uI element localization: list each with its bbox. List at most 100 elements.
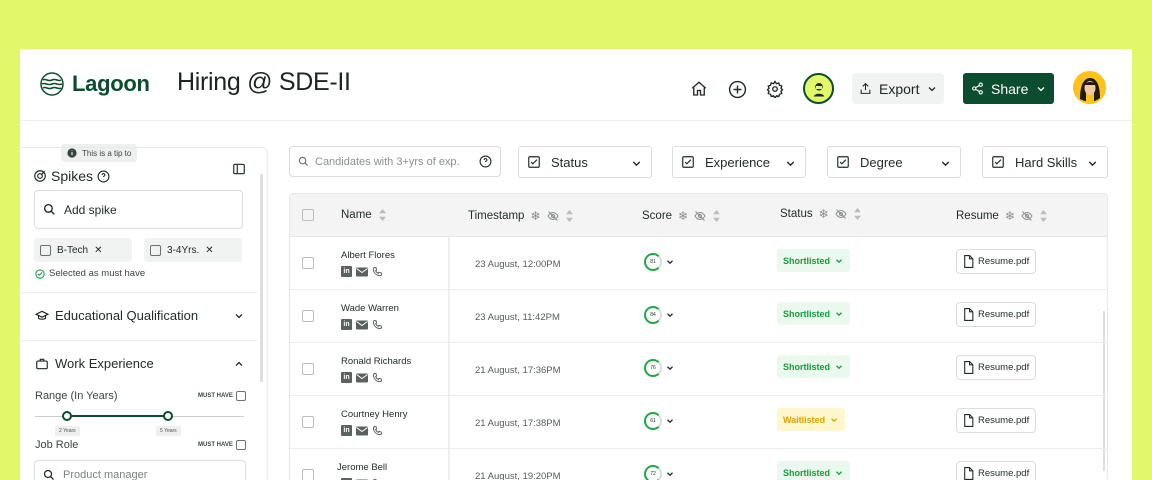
hide-icon[interactable]: [1021, 210, 1033, 222]
candidate-name[interactable]: Courtney Henry: [341, 409, 408, 420]
score-cell[interactable]: 61: [644, 412, 675, 430]
score-cell[interactable]: 84: [644, 306, 675, 324]
mail-icon[interactable]: [356, 320, 368, 330]
filter-experience[interactable]: Experience: [672, 146, 806, 178]
must-have-checkbox[interactable]: [235, 391, 246, 401]
user-avatar[interactable]: [803, 73, 834, 104]
chevron-down-icon[interactable]: [665, 469, 675, 479]
mail-icon[interactable]: [356, 267, 368, 277]
chevron-down-icon[interactable]: [233, 310, 245, 322]
table-row[interactable]: Jerome Bell in 21 August, 19:20PM 72 Sho…: [290, 449, 1107, 480]
score-cell[interactable]: 72: [644, 465, 675, 480]
row-checkbox[interactable]: [302, 257, 314, 269]
row-checkbox[interactable]: [302, 363, 314, 375]
table-row[interactable]: Albert Flores in 23 August, 12:00PM 81 S…: [290, 237, 1107, 290]
row-checkbox[interactable]: [302, 310, 314, 322]
sort-icon[interactable]: [853, 208, 862, 220]
score-cell[interactable]: 81: [644, 253, 675, 271]
candidate-name[interactable]: Wade Warren: [341, 303, 399, 314]
tag-checkbox[interactable]: [150, 244, 161, 256]
select-all-checkbox[interactable]: [302, 209, 314, 221]
linkedin-icon[interactable]: in: [341, 266, 352, 277]
sort-icon[interactable]: [565, 210, 574, 222]
remove-tag-icon[interactable]: ✕: [94, 245, 102, 256]
column-status[interactable]: Status ❄: [780, 207, 862, 221]
resume-button[interactable]: Resume.pdf: [956, 461, 1037, 480]
linkedin-icon[interactable]: in: [341, 372, 352, 383]
tag-checkbox[interactable]: [40, 244, 51, 256]
table-row[interactable]: Wade Warren in 23 August, 11:42PM 84 Sho…: [290, 290, 1107, 343]
candidate-name[interactable]: Ronald Richards: [341, 356, 411, 367]
resume-button[interactable]: Resume.pdf: [956, 302, 1037, 327]
hide-icon[interactable]: [835, 208, 847, 220]
gear-icon[interactable]: [765, 79, 785, 99]
filter-degree[interactable]: Degree: [827, 146, 961, 178]
score-cell[interactable]: 76: [644, 359, 675, 377]
freeze-icon[interactable]: ❄: [819, 207, 829, 221]
freeze-icon[interactable]: ❄: [1005, 209, 1015, 223]
collapse-sidebar-icon[interactable]: [232, 162, 246, 181]
phone-icon[interactable]: [372, 319, 383, 330]
range-must-have[interactable]: MUST HAVE: [198, 391, 246, 401]
must-have-checkbox[interactable]: [235, 440, 246, 450]
logo[interactable]: Lagoon: [40, 71, 150, 97]
resume-button[interactable]: Resume.pdf: [956, 249, 1037, 274]
status-badge[interactable]: Shortlisted: [777, 461, 851, 480]
candidate-search-input[interactable]: Candidates with 3+yrs of exp.: [289, 146, 501, 177]
add-spike-input[interactable]: Add spike: [34, 190, 243, 229]
chevron-down-icon[interactable]: [665, 363, 675, 373]
filter-hard-skills[interactable]: Hard Skills: [982, 146, 1108, 178]
mail-icon[interactable]: [356, 373, 368, 383]
help-icon[interactable]: [97, 170, 110, 183]
status-badge[interactable]: Shortlisted: [777, 249, 851, 272]
work-experience-section-header[interactable]: Work Experience: [35, 356, 154, 371]
phone-icon[interactable]: [372, 372, 383, 383]
hide-icon[interactable]: [694, 210, 706, 222]
spike-tag[interactable]: B-Tech ✕: [34, 238, 132, 262]
home-icon[interactable]: [689, 79, 709, 99]
table-row[interactable]: Courtney Henry in 21 August, 17:38PM 61 …: [290, 396, 1107, 449]
column-score[interactable]: Score ❄: [642, 209, 721, 223]
freeze-icon[interactable]: ❄: [678, 209, 688, 223]
chevron-down-icon[interactable]: [665, 257, 675, 267]
chevron-down-icon[interactable]: [665, 416, 675, 426]
sort-icon[interactable]: [712, 210, 721, 222]
profile-avatar[interactable]: [1073, 71, 1106, 104]
status-badge[interactable]: Shortlisted: [777, 355, 851, 378]
sort-icon[interactable]: [1039, 210, 1048, 222]
column-resume[interactable]: Resume ❄: [956, 209, 1048, 223]
column-timestamp[interactable]: Timestamp ❄: [468, 209, 574, 223]
export-button[interactable]: Export: [852, 73, 944, 104]
sort-icon[interactable]: [378, 209, 387, 221]
share-button[interactable]: Share: [963, 73, 1054, 104]
phone-icon[interactable]: [372, 266, 383, 277]
status-badge[interactable]: Waitlisted: [777, 408, 846, 431]
mail-icon[interactable]: [356, 426, 368, 436]
range-max-handle[interactable]: [163, 411, 173, 421]
linkedin-icon[interactable]: in: [341, 319, 352, 330]
chevron-up-icon[interactable]: [233, 358, 245, 370]
hide-icon[interactable]: [546, 210, 559, 222]
sidebar-scrollbar[interactable]: [260, 174, 263, 382]
phone-icon[interactable]: [372, 425, 383, 436]
education-section-header[interactable]: Educational Qualification: [35, 308, 198, 323]
resume-button[interactable]: Resume.pdf: [956, 408, 1037, 433]
table-row[interactable]: Ronald Richards in 21 August, 17:36PM 76…: [290, 343, 1107, 396]
job-role-input[interactable]: Product manager: [34, 460, 246, 480]
freeze-icon[interactable]: ❄: [530, 209, 540, 223]
row-checkbox[interactable]: [302, 469, 314, 480]
remove-tag-icon[interactable]: ✕: [205, 245, 213, 256]
help-icon[interactable]: [479, 155, 492, 168]
candidate-name[interactable]: Albert Flores: [341, 250, 395, 261]
row-checkbox[interactable]: [302, 416, 314, 428]
filter-status[interactable]: Status: [518, 146, 652, 178]
candidate-name[interactable]: Jerome Bell: [337, 462, 387, 473]
resume-button[interactable]: Resume.pdf: [956, 355, 1037, 380]
chevron-down-icon[interactable]: [665, 310, 675, 320]
column-name[interactable]: Name: [341, 209, 387, 221]
status-badge[interactable]: Shortlisted: [777, 302, 851, 325]
plus-circle-icon[interactable]: [727, 79, 747, 99]
job-role-must-have[interactable]: MUST HAVE: [198, 440, 246, 450]
range-min-handle[interactable]: [62, 411, 72, 421]
spike-tag[interactable]: 3-4Yrs. ✕: [144, 238, 242, 262]
